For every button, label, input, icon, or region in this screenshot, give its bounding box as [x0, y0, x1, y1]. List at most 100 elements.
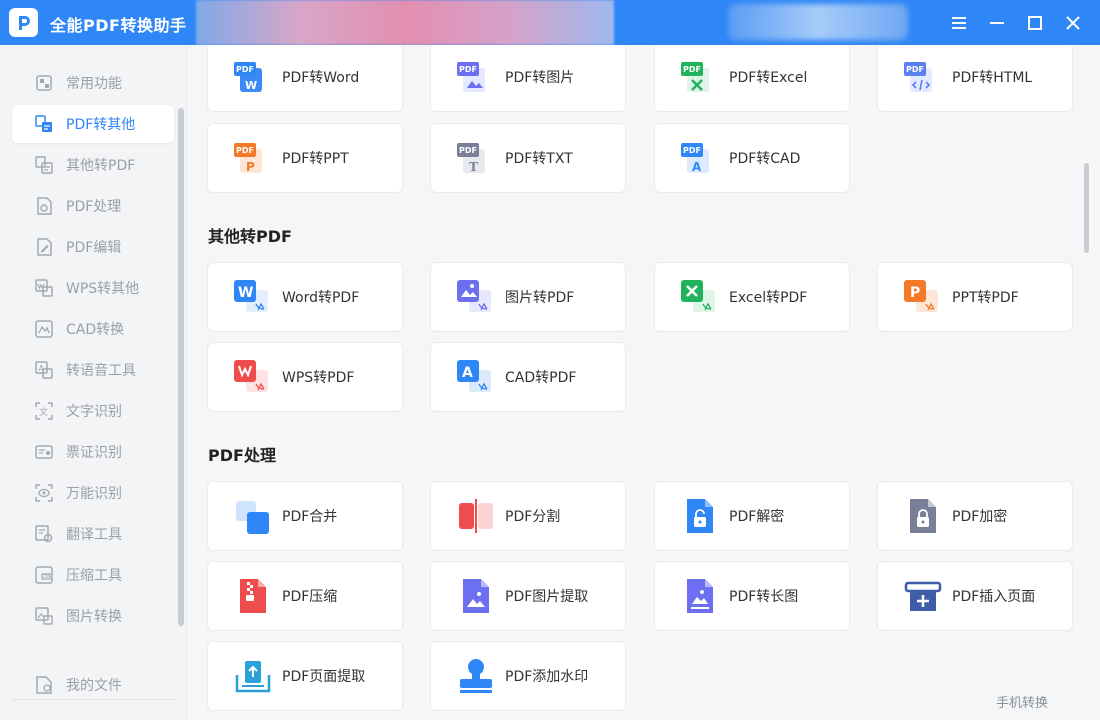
svg-text:PDF: PDF [236, 146, 254, 155]
card-label: PPT转PDF [952, 290, 1019, 306]
close-button[interactable] [1058, 8, 1088, 38]
card-label: PDF转图片 [505, 70, 575, 86]
watermark-icon [457, 657, 495, 695]
card-pdf-to-word[interactable]: PDF W PDF转Word [207, 45, 403, 112]
card-label: PDF插入页面 [952, 589, 1036, 605]
card-image-to-pdf[interactable]: 图片转PDF [430, 262, 626, 332]
svg-text:T: T [469, 160, 478, 174]
sidebar-item-label: 票证识别 [66, 445, 122, 461]
sidebar-item-ticket[interactable]: 票证识别 [12, 433, 174, 471]
sidebar-item-pdf-to-other[interactable]: PDF转其他 [12, 105, 174, 143]
card-pdf-to-long-image[interactable]: PDF转长图 [654, 561, 850, 631]
pdf-to-excel-icon: PDF [681, 58, 719, 96]
sidebar-item-pdf-edit[interactable]: PDF编辑 [12, 228, 174, 266]
app-title: 全能PDF转换助手 [50, 16, 187, 35]
sidebar-item-label: 压缩工具 [66, 568, 122, 584]
svg-text:A: A [462, 365, 473, 381]
sidebar-item-pdf-process[interactable]: PDF处理 [12, 187, 174, 225]
card-pdf-to-cad[interactable]: PDF A PDF转CAD [654, 123, 850, 193]
sidebar-item-label: 我的文件 [66, 678, 122, 694]
image-icon [34, 606, 54, 626]
svg-text:PDF: PDF [906, 65, 924, 74]
card-pdf-add-watermark[interactable]: PDF添加水印 [430, 641, 626, 711]
folder-icon [34, 675, 54, 695]
card-pdf-to-html[interactable]: PDF PDF转HTML [877, 45, 1073, 112]
wps-icon [34, 278, 54, 298]
svg-text:PDF: PDF [459, 146, 477, 155]
card-excel-to-pdf[interactable]: Excel转PDF [654, 262, 850, 332]
card-cad-to-pdf[interactable]: A CAD转PDF [430, 342, 626, 412]
card-pdf-page-extract[interactable]: PDF页面提取 [207, 641, 403, 711]
minimize-button[interactable] [982, 8, 1012, 38]
card-pdf-to-txt[interactable]: PDF T PDF转TXT [430, 123, 626, 193]
sidebar-item-speech[interactable]: A 转语音工具 [12, 351, 174, 389]
translate-icon [34, 524, 54, 544]
pdf-to-cad-icon: PDF A [681, 139, 719, 177]
card-pdf-decrypt[interactable]: PDF解密 [654, 481, 850, 551]
card-label: PDF添加水印 [505, 669, 589, 685]
pdf-to-txt-icon: PDF T [457, 139, 495, 177]
mobile-convert-link[interactable]: 手机转换 [996, 692, 1048, 711]
card-pdf-to-ppt[interactable]: PDF P PDF转PPT [207, 123, 403, 193]
card-label: PDF转HTML [952, 70, 1033, 86]
sidebar-item-label: 文字识别 [66, 404, 122, 420]
star-icon [34, 73, 54, 93]
svg-text:PDF: PDF [236, 65, 254, 74]
card-pdf-compress[interactable]: PDF压缩 [207, 561, 403, 631]
sidebar-item-label: WPS转其他 [66, 281, 140, 297]
svg-text:W: W [238, 285, 253, 301]
card-pdf-insert-page[interactable]: PDF插入页面 [877, 561, 1073, 631]
card-ppt-to-pdf[interactable]: P PPT转PDF [877, 262, 1073, 332]
page-extract-icon [234, 657, 272, 695]
maximize-button[interactable] [1020, 8, 1050, 38]
zip-icon: ZIP [34, 565, 54, 585]
maximize-icon [1028, 16, 1042, 30]
sidebar-item-label: 图片转换 [66, 609, 122, 625]
card-label: PDF转Excel [729, 70, 808, 86]
sidebar-item-label: 其他转PDF [66, 158, 136, 174]
insert-page-icon [904, 577, 942, 615]
title-bar: 全能PDF转换助手 [0, 0, 1100, 45]
sidebar-item-ocr[interactable]: 文 文字识别 [12, 392, 174, 430]
sidebar-item-common[interactable]: 常用功能 [12, 64, 174, 102]
sidebar-item-my-files[interactable]: 我的文件 [12, 666, 174, 704]
card-label: PDF转PPT [282, 151, 349, 167]
main-scrollbar[interactable] [1084, 163, 1089, 253]
sidebar-item-label: 转语音工具 [66, 363, 136, 379]
sidebar: 常用功能 PDF转其他 其他转PDF PDF处理 PDF编辑 WPS转其他 CA… [0, 45, 187, 720]
svg-text:P: P [910, 285, 920, 301]
sidebar-item-other-to-pdf[interactable]: 其他转PDF [12, 146, 174, 184]
card-label: WPS转PDF [282, 370, 355, 386]
sidebar-item-wps-to-other[interactable]: WPS转其他 [12, 269, 174, 307]
cad-to-pdf-icon: A [457, 358, 495, 396]
card-wps-to-pdf[interactable]: WPS转PDF [207, 342, 403, 412]
card-label: PDF加密 [952, 509, 1008, 525]
card-label: Word转PDF [282, 290, 360, 306]
pdf-to-ppt-icon: PDF P [234, 139, 272, 177]
card-label: PDF图片提取 [505, 589, 589, 605]
card-label: PDF转长图 [729, 589, 799, 605]
sidebar-item-universal[interactable]: 万能识别 [12, 474, 174, 512]
blurred-account [728, 4, 908, 40]
card-label: PDF页面提取 [282, 669, 366, 685]
menu-button[interactable] [944, 8, 974, 38]
card-pdf-split[interactable]: PDF分割 [430, 481, 626, 551]
card-label: CAD转PDF [505, 370, 577, 386]
card-pdf-merge[interactable]: PDF合并 [207, 481, 403, 551]
svg-text:PDF: PDF [683, 146, 701, 155]
sidebar-item-cad[interactable]: CAD转换 [12, 310, 174, 348]
svg-text:PDF: PDF [683, 65, 701, 74]
card-pdf-to-image[interactable]: PDF PDF转图片 [430, 45, 626, 112]
sidebar-item-label: 万能识别 [66, 486, 122, 502]
sidebar-item-compress[interactable]: ZIP 压缩工具 [12, 556, 174, 594]
card-word-to-pdf[interactable]: W Word转PDF [207, 262, 403, 332]
card-pdf-to-excel[interactable]: PDF PDF转Excel [654, 45, 850, 112]
sidebar-scrollbar[interactable] [178, 108, 184, 626]
card-pdf-image-extract[interactable]: PDF图片提取 [430, 561, 626, 631]
card-label: PDF转Word [282, 70, 360, 86]
compress-icon [234, 577, 272, 615]
sidebar-item-image-convert[interactable]: 图片转换 [12, 597, 174, 635]
card-pdf-encrypt[interactable]: PDF加密 [877, 481, 1073, 551]
card-label: 图片转PDF [505, 290, 575, 306]
sidebar-item-translate[interactable]: 翻译工具 [12, 515, 174, 553]
